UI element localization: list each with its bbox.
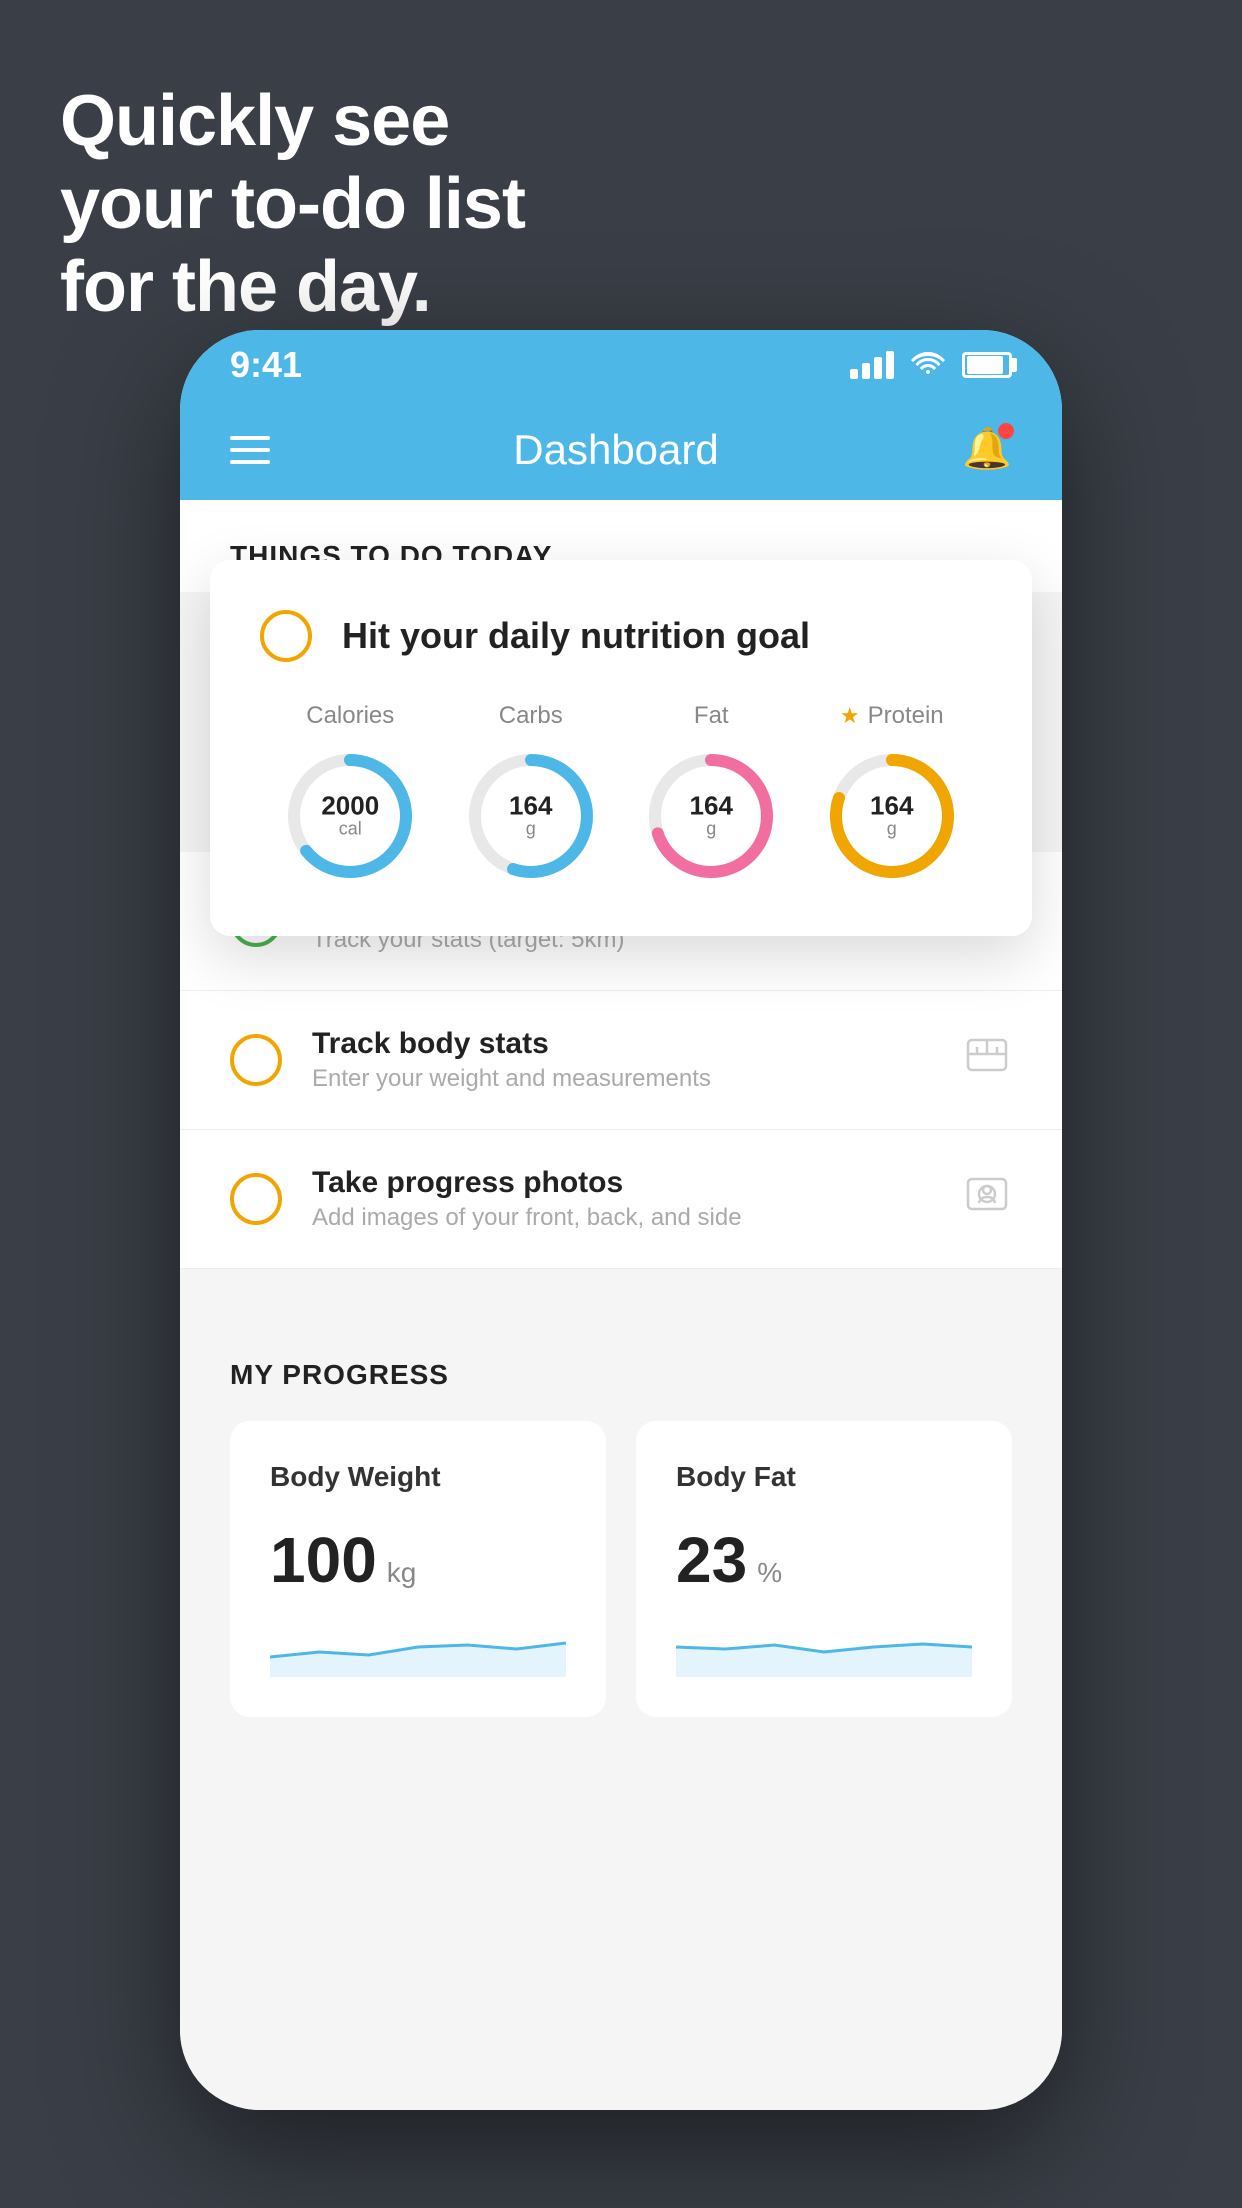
nutrition-card[interactable]: Hit your daily nutrition goal Calories 2… [210,560,1032,936]
calories-value: 2000 [321,793,379,819]
status-icons [850,348,1012,383]
main-content: THINGS TO DO TODAY Hit your daily nutrit… [180,500,1062,2110]
person-photo-icon [962,1169,1012,1229]
carbs-value: 164 [509,793,552,819]
calories-label: Calories [306,702,394,730]
wifi-icon [910,348,946,383]
hamburger-menu-icon[interactable] [230,436,270,464]
protein-label: ★ Protein [840,702,944,730]
nutrition-stats: Calories 2000 cal Carbs [260,702,982,886]
carbs-donut: 164 g [461,746,601,886]
protein-donut: 164 g [822,746,962,886]
progress-section: MY PROGRESS Body Weight 100 kg [180,1309,1062,1717]
todo-subtitle-photos: Add images of your front, back, and side [312,1204,932,1232]
protein-unit: g [870,819,913,840]
hero-line1: Quickly see [60,80,525,163]
body-weight-unit: kg [387,1557,417,1589]
fat-value: 164 [690,793,733,819]
hero-line2: your to-do list [60,163,525,246]
carbs-label: Carbs [499,702,563,730]
body-fat-card-title: Body Fat [676,1461,972,1493]
calories-stat: Calories 2000 cal [280,702,420,886]
todo-item-photos[interactable]: Take progress photos Add images of your … [180,1130,1062,1269]
body-fat-unit: % [757,1557,782,1589]
status-time: 9:41 [230,344,302,386]
fat-donut: 164 g [641,746,781,886]
todo-subtitle-body-stats: Enter your weight and measurements [312,1065,932,1093]
fat-unit: g [690,819,733,840]
star-icon: ★ [840,703,860,729]
battery-icon [962,352,1012,378]
hero-text: Quickly see your to-do list for the day. [60,80,525,328]
signal-icon [850,351,894,379]
body-weight-card-title: Body Weight [270,1461,566,1493]
todo-title-body-stats: Track body stats [312,1027,932,1061]
body-weight-value: 100 [270,1523,377,1597]
status-bar: 9:41 [180,330,1062,400]
todo-title-photos: Take progress photos [312,1166,932,1200]
notification-dot [998,423,1014,439]
fat-stat: Fat 164 g [641,702,781,886]
todo-circle-body-stats [230,1034,282,1086]
calories-unit: cal [321,819,379,840]
carbs-stat: Carbs 164 g [461,702,601,886]
protein-value: 164 [870,793,913,819]
scale-icon [962,1030,1012,1090]
body-weight-card[interactable]: Body Weight 100 kg [230,1421,606,1717]
nutrition-card-title: Hit your daily nutrition goal [342,615,810,657]
fat-label: Fat [694,702,729,730]
todo-item-body-stats[interactable]: Track body stats Enter your weight and m… [180,991,1062,1130]
body-fat-chart [676,1617,972,1677]
todo-circle-photos [230,1173,282,1225]
progress-section-title: MY PROGRESS [230,1359,1012,1391]
phone-frame: 9:41 Dashboard 🔔 [180,330,1062,2110]
hero-line3: for the day. [60,246,525,329]
body-fat-value: 23 [676,1523,747,1597]
notification-bell-button[interactable]: 🔔 [962,425,1012,475]
app-header: Dashboard 🔔 [180,400,1062,500]
progress-cards: Body Weight 100 kg Body Fat [230,1421,1012,1717]
nutrition-checkbox[interactable] [260,610,312,662]
protein-stat: ★ Protein 164 g [822,702,962,886]
body-weight-chart [270,1617,566,1677]
header-title: Dashboard [513,426,718,474]
body-fat-card[interactable]: Body Fat 23 % [636,1421,1012,1717]
calories-donut: 2000 cal [280,746,420,886]
carbs-unit: g [509,819,552,840]
